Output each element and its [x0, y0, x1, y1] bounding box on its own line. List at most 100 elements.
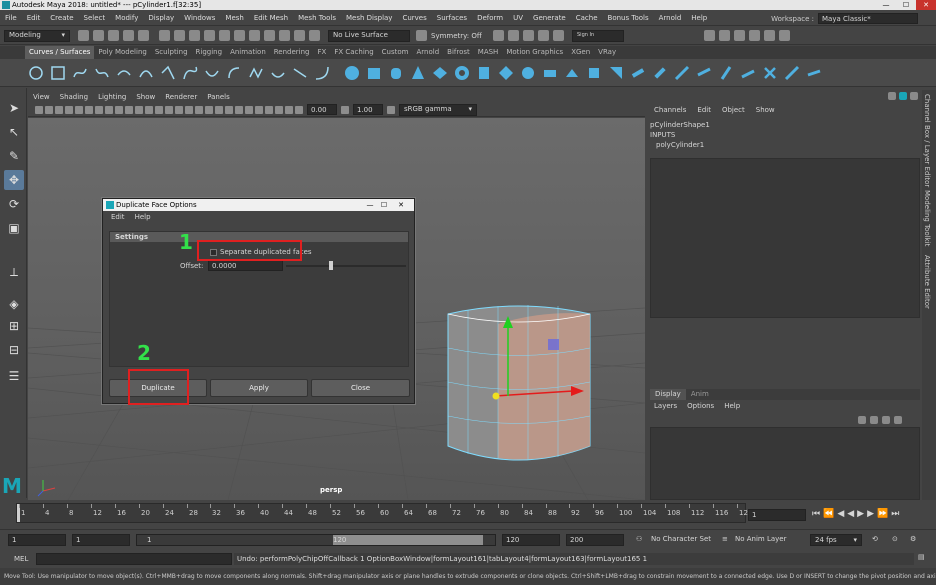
- offset-slider[interactable]: [286, 265, 406, 267]
- tab-fx-caching[interactable]: FX Caching: [330, 46, 377, 59]
- menu-file[interactable]: File: [0, 10, 22, 26]
- step-forward-key-icon[interactable]: ⏩: [877, 509, 888, 519]
- attribute-editor-icon[interactable]: [749, 30, 760, 41]
- bevel-icon[interactable]: [629, 64, 647, 82]
- ep-curve-icon[interactable]: [93, 64, 111, 82]
- field-chart-icon[interactable]: [125, 105, 133, 114]
- depth-of-field-icon[interactable]: [245, 105, 253, 114]
- cylinder-object[interactable]: [447, 305, 591, 461]
- menu-help[interactable]: Help: [686, 10, 712, 26]
- gate-mask-icon[interactable]: [115, 105, 123, 114]
- textured-icon[interactable]: [185, 105, 193, 114]
- detach-curves-icon[interactable]: [203, 64, 221, 82]
- viewport-menu-lighting[interactable]: Lighting: [93, 91, 131, 103]
- menu-generate[interactable]: Generate: [528, 10, 571, 26]
- sign-in-button[interactable]: Sign In: [572, 29, 624, 42]
- preferences-icon[interactable]: ⚙: [910, 535, 916, 543]
- rebuild-surface-icon[interactable]: [761, 64, 779, 82]
- viewport-menu-view[interactable]: View: [28, 91, 55, 103]
- color-management-icon[interactable]: [387, 105, 395, 114]
- rotate-tool-icon[interactable]: ⟳: [4, 194, 24, 214]
- wireframe-icon[interactable]: [155, 105, 163, 114]
- tab-rigging[interactable]: Rigging: [192, 46, 227, 59]
- loop-icon[interactable]: ⟲: [872, 535, 878, 543]
- layers-options-menu[interactable]: Options: [687, 402, 714, 410]
- new-layer-icon[interactable]: [882, 416, 890, 424]
- tab-vray[interactable]: VRay: [594, 46, 620, 59]
- nurbs-cone-icon[interactable]: [409, 64, 427, 82]
- fps-dropdown[interactable]: 24 fps ▾: [810, 534, 862, 546]
- grease-pencil-icon[interactable]: [75, 105, 83, 114]
- birail-icon[interactable]: [541, 64, 559, 82]
- move-tool-icon[interactable]: ✥: [4, 170, 24, 190]
- bookmark-icon[interactable]: [45, 105, 53, 114]
- menu-arnold[interactable]: Arnold: [654, 10, 687, 26]
- shape-node[interactable]: pCylinderShape1: [650, 120, 710, 130]
- single-perspective-layout-icon[interactable]: ◈: [4, 294, 24, 314]
- square-surface-icon[interactable]: [607, 64, 625, 82]
- xray-joints-icon[interactable]: [275, 105, 283, 114]
- dialog-maximize-button[interactable]: ☐: [378, 199, 390, 211]
- move-layer-up-icon[interactable]: [858, 416, 866, 424]
- view-transform-dropdown[interactable]: sRGB gamma ▾: [399, 103, 477, 116]
- viewport-menu-renderer[interactable]: Renderer: [160, 91, 202, 103]
- dialog-close-button[interactable]: ✕: [393, 199, 409, 211]
- hypershade-icon[interactable]: [508, 30, 519, 41]
- workspace-dropdown[interactable]: Maya Classic*: [818, 13, 918, 24]
- channel-attributes-area[interactable]: [650, 158, 920, 318]
- nurbs-cube-icon[interactable]: [365, 64, 383, 82]
- ipr-render-icon[interactable]: [309, 30, 320, 41]
- tab-sculpting[interactable]: Sculpting: [151, 46, 192, 59]
- tab-fx[interactable]: FX: [314, 46, 331, 59]
- snap-curve-icon[interactable]: [219, 30, 230, 41]
- pause-icon[interactable]: [538, 30, 549, 41]
- exposure-field[interactable]: 0.00: [307, 104, 337, 115]
- channel-box-icon[interactable]: [734, 30, 745, 41]
- revolve-icon[interactable]: [519, 64, 537, 82]
- last-tool-icon[interactable]: ⟂: [4, 262, 24, 282]
- current-time-field[interactable]: 1: [748, 509, 806, 521]
- center-handle[interactable]: [492, 392, 500, 400]
- construction-history-icon[interactable]: [279, 30, 290, 41]
- move-layer-down-icon[interactable]: [870, 416, 878, 424]
- go-to-start-icon[interactable]: ⏮: [812, 509, 820, 519]
- intersect-icon[interactable]: [739, 64, 757, 82]
- outliner-icon[interactable]: [719, 30, 730, 41]
- save-scene-icon[interactable]: [108, 30, 119, 41]
- offset-curve-icon[interactable]: [269, 64, 287, 82]
- motion-blur-icon[interactable]: [225, 105, 233, 114]
- layer-list[interactable]: [650, 427, 920, 500]
- channel-object-menu[interactable]: Object: [722, 106, 745, 114]
- tab-channel-box[interactable]: Channel Box / Layer Editor: [923, 94, 931, 187]
- gamma-field[interactable]: 1.00: [353, 104, 383, 115]
- new-scene-icon[interactable]: [78, 30, 89, 41]
- menu-create[interactable]: Create: [45, 10, 78, 26]
- step-back-frame-icon[interactable]: ◀: [837, 509, 844, 519]
- viewport-menu-show[interactable]: Show: [131, 91, 160, 103]
- layers-help-menu[interactable]: Help: [724, 402, 740, 410]
- isolate-select-icon[interactable]: [255, 105, 263, 114]
- nurbs-torus-icon[interactable]: [453, 64, 471, 82]
- untrim-icon[interactable]: [717, 64, 735, 82]
- snap-point-icon[interactable]: [234, 30, 245, 41]
- screen-space-ao-icon[interactable]: [215, 105, 223, 114]
- menu-edit[interactable]: Edit: [22, 10, 46, 26]
- select-component-icon[interactable]: [189, 30, 200, 41]
- close-window-button[interactable]: ✕: [916, 0, 936, 10]
- safe-action-icon[interactable]: [135, 105, 143, 114]
- symmetry-value[interactable]: Symmetry: Off: [431, 32, 491, 40]
- menu-curves[interactable]: Curves: [397, 10, 431, 26]
- layers-menu[interactable]: Layers: [654, 402, 677, 410]
- boundary-icon[interactable]: [585, 64, 603, 82]
- shadows-icon[interactable]: [205, 105, 213, 114]
- render-icon[interactable]: [294, 30, 305, 41]
- plane-handle[interactable]: [548, 339, 559, 350]
- nurbs-plane-icon[interactable]: [431, 64, 449, 82]
- resolution-gate-icon[interactable]: [105, 105, 113, 114]
- step-forward-frame-icon[interactable]: ▶: [867, 509, 874, 519]
- tab-anim-layers[interactable]: Anim: [686, 389, 714, 400]
- tab-animation[interactable]: Animation: [226, 46, 270, 59]
- tab-bifrost[interactable]: Bifrost: [443, 46, 474, 59]
- modeling-toolkit-icon[interactable]: [779, 30, 790, 41]
- tab-rendering[interactable]: Rendering: [270, 46, 314, 59]
